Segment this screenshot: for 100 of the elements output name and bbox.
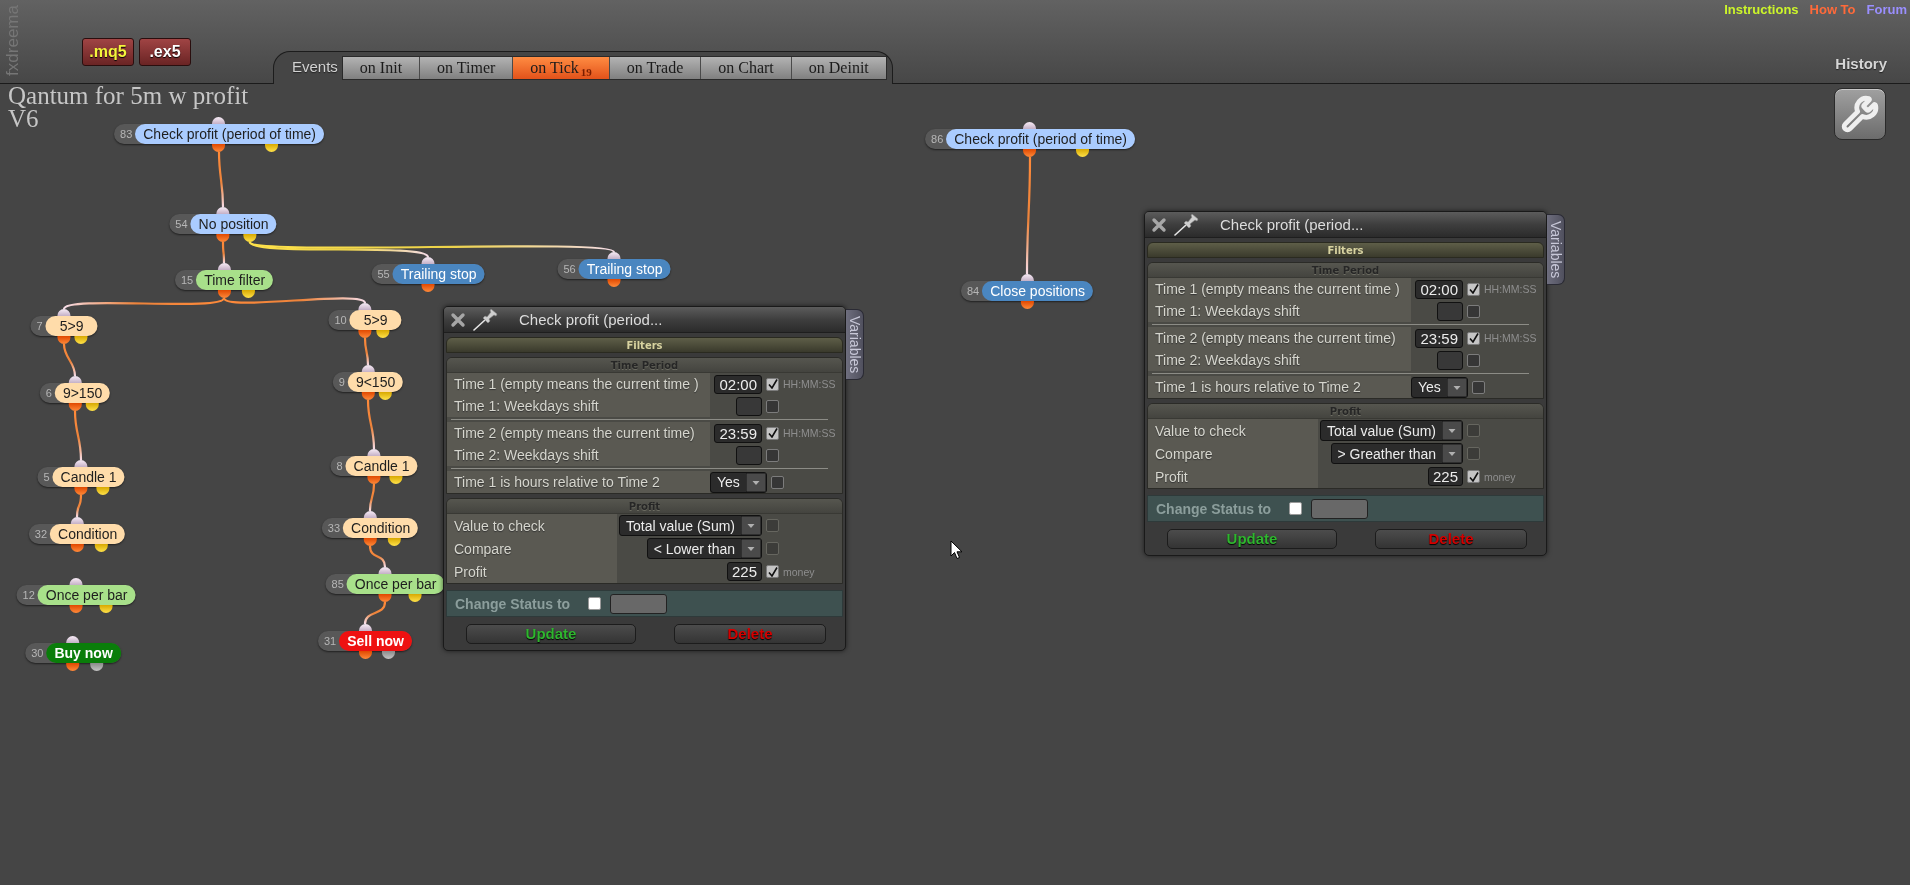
input-port-icon xyxy=(66,636,80,643)
input-port-icon xyxy=(57,309,71,316)
tools-button[interactable] xyxy=(1834,88,1886,140)
events-label: Events xyxy=(292,57,338,77)
text-input[interactable]: 02:00 xyxy=(1415,279,1463,299)
node-label: Sell now xyxy=(339,631,412,651)
checkbox[interactable] xyxy=(766,565,779,578)
project-title-line: Qantum for 5m w profit xyxy=(8,84,249,107)
dropdown-select[interactable]: Yes xyxy=(1411,376,1468,398)
unit-label: money xyxy=(783,565,816,578)
field-label: Time 2 (empty means the current time) xyxy=(1148,327,1411,349)
node-label: Time filter xyxy=(196,270,274,290)
close-icon[interactable] xyxy=(1151,216,1167,233)
output-port-icon xyxy=(361,392,375,400)
dropdown-select[interactable]: < Lower than xyxy=(646,538,762,559)
output-port-icon xyxy=(389,476,403,484)
output-port-icon xyxy=(74,487,88,495)
variables-tab[interactable]: Variables xyxy=(1547,214,1565,285)
field-label: Value to check xyxy=(1148,419,1318,442)
text-input[interactable] xyxy=(1437,301,1463,321)
checkmark-icon xyxy=(1468,333,1479,343)
output-port-icon xyxy=(99,605,113,613)
checkbox[interactable] xyxy=(588,597,602,610)
checkbox[interactable] xyxy=(766,448,779,462)
close-icon[interactable] xyxy=(450,311,466,328)
dropdown-select[interactable]: > Greather than xyxy=(1330,443,1463,464)
node-label: Buy now xyxy=(46,643,121,663)
input-port-icon xyxy=(358,303,372,310)
node-number: 32 xyxy=(34,528,48,540)
event-tab[interactable]: on Trade xyxy=(609,57,702,79)
dropdown-select[interactable]: Yes xyxy=(710,471,767,493)
node-label: Condition xyxy=(343,518,419,538)
node-number: 15 xyxy=(180,274,194,286)
checkbox[interactable] xyxy=(1471,380,1485,394)
output-port-icon xyxy=(408,594,422,602)
input-port-icon xyxy=(216,207,230,214)
dropdown-select[interactable]: Total value (Sum) xyxy=(1320,420,1463,441)
checkbox[interactable] xyxy=(1467,331,1480,345)
variables-tab[interactable]: Variables xyxy=(846,309,864,380)
header-link[interactable]: Instructions xyxy=(1724,2,1799,17)
text-input[interactable] xyxy=(1437,350,1463,370)
checkbox[interactable] xyxy=(770,475,784,489)
node-label: Check profit (period of time) xyxy=(946,129,1135,149)
mouse-pointer-icon xyxy=(950,540,963,560)
node-number: 86 xyxy=(931,133,944,145)
event-tab[interactable]: on Timer xyxy=(420,57,514,79)
dropdown-arrow-icon xyxy=(741,539,761,558)
dropdown-select[interactable]: Total value (Sum) xyxy=(619,515,762,536)
status-field[interactable] xyxy=(1311,498,1369,519)
checkbox[interactable] xyxy=(1467,470,1480,483)
unit-label: HH:MM:SS xyxy=(783,427,837,439)
node-label: Trailing stop xyxy=(578,259,671,279)
text-input[interactable]: 23:59 xyxy=(1415,328,1463,348)
event-tab[interactable]: on Deinit xyxy=(791,57,886,79)
pushpin-icon[interactable] xyxy=(473,308,499,331)
pushpin-icon[interactable] xyxy=(1174,213,1200,236)
text-input[interactable] xyxy=(736,445,762,465)
wrench-icon xyxy=(1841,95,1879,133)
status-label: Change Status to xyxy=(1156,500,1272,517)
node-label: 5>9 xyxy=(349,310,402,330)
text-input[interactable]: 225 xyxy=(726,562,762,581)
node-label: Trailing stop xyxy=(392,264,485,284)
checkbox[interactable] xyxy=(1467,353,1480,367)
file-button[interactable]: .mq5 xyxy=(82,38,134,66)
checkbox[interactable] xyxy=(766,426,779,440)
text-input[interactable]: 225 xyxy=(1427,467,1463,486)
checkbox[interactable] xyxy=(766,377,779,391)
event-tab[interactable]: on Chart xyxy=(701,57,792,79)
output-port-icon xyxy=(363,538,377,546)
checkbox[interactable] xyxy=(766,399,779,413)
input-port-icon xyxy=(363,511,377,518)
field-label: Time 1 is hours relative to Time 2 xyxy=(447,471,710,493)
checkmark-icon xyxy=(767,379,778,389)
update-button[interactable]: Update xyxy=(466,624,636,644)
checkbox[interactable] xyxy=(1467,304,1480,318)
text-input[interactable]: 23:59 xyxy=(714,423,762,443)
output-port-icon xyxy=(69,605,83,613)
status-field[interactable] xyxy=(610,593,668,614)
output-port-icon xyxy=(358,651,372,659)
output-port-icon xyxy=(66,663,80,671)
output-port-icon xyxy=(376,330,390,338)
output-port-icon xyxy=(216,234,230,242)
node-number: 33 xyxy=(327,522,341,534)
field-label: Time 1: Weekdays shift xyxy=(1148,300,1411,322)
input-port-icon xyxy=(1020,274,1034,281)
text-input[interactable]: 02:00 xyxy=(714,374,762,394)
node-number: 12 xyxy=(22,589,35,601)
checkbox[interactable] xyxy=(1289,502,1303,515)
text-input[interactable] xyxy=(736,396,762,416)
checkmark-icon xyxy=(1468,471,1479,482)
input-port-icon xyxy=(217,263,231,270)
status-label: Change Status to xyxy=(455,595,571,612)
checkbox[interactable] xyxy=(1467,282,1480,296)
dropdown-arrow-icon xyxy=(1442,444,1462,463)
update-button[interactable]: Update xyxy=(1167,529,1337,549)
event-tab[interactable]: on Init xyxy=(342,57,421,79)
input-port-icon xyxy=(607,252,621,259)
history-link[interactable]: History xyxy=(1835,55,1887,72)
file-button[interactable]: .ex5 xyxy=(139,38,191,66)
project-title-line: V6 xyxy=(8,107,39,130)
